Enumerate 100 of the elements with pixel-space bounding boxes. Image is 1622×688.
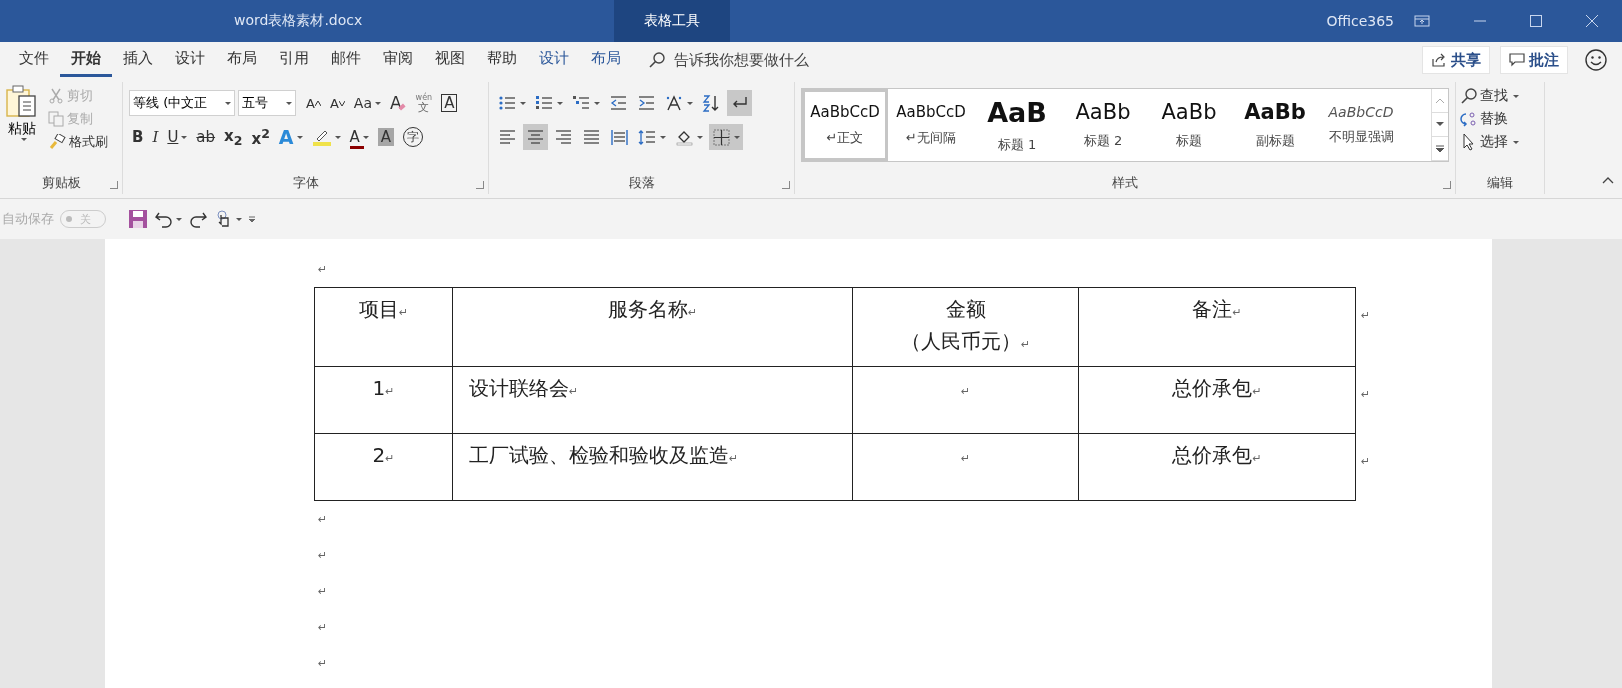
highlighter-icon xyxy=(311,128,332,146)
ribbon-tab[interactable]: 设计 xyxy=(164,43,216,77)
ribbon-display-icon[interactable] xyxy=(1414,15,1430,27)
borders-button[interactable] xyxy=(709,124,743,150)
dialog-launcher-icon[interactable] xyxy=(1443,181,1451,189)
outdent-icon xyxy=(609,93,628,113)
window-title: word表格素材.docx xyxy=(234,12,364,30)
group-label: 样式 xyxy=(1112,174,1138,192)
ribbon-tab[interactable]: 布局 xyxy=(216,43,268,77)
group-label: 剪贴板 xyxy=(41,174,81,192)
paragraph-mark: ↵ xyxy=(317,584,328,598)
context-tab-title: 表格工具 xyxy=(614,0,730,42)
caret-icon[interactable] xyxy=(176,217,182,221)
close-icon[interactable] xyxy=(1586,15,1598,27)
table-cell: 金额 （人民币元）↵ xyxy=(852,287,1079,367)
font-name-dropdown[interactable]: 等线 (中文正 xyxy=(129,90,235,116)
find-button[interactable]: 查找 xyxy=(1456,86,1544,106)
style-item[interactable]: AaBb 标题 xyxy=(1146,89,1232,161)
group-label: 段落 xyxy=(628,174,655,192)
ribbon-tab[interactable]: 插入 xyxy=(112,43,164,77)
paintbrush-icon xyxy=(48,134,66,150)
share-icon xyxy=(1431,53,1447,67)
indent-icon xyxy=(637,93,656,113)
italic-font-button[interactable]: I xyxy=(149,124,162,150)
group-label: 编辑 xyxy=(1487,174,1513,192)
paragraph-mark: ↵ xyxy=(317,512,328,526)
customize-toolbar-icon[interactable] xyxy=(248,215,256,223)
ribbon-tab[interactable]: 文件 xyxy=(8,43,60,77)
strike-font-button[interactable]: ab xyxy=(193,124,219,150)
replace-button[interactable]: 替换 xyxy=(1456,109,1544,129)
share-button[interactable]: 共享 xyxy=(1422,46,1490,74)
style-item[interactable]: AaBbCcD ↵无间隔 xyxy=(888,89,974,161)
shrink-font-button[interactable]: A xyxy=(326,90,348,116)
table-cell: 总价承包↵ xyxy=(1078,433,1356,501)
table-cell: 服务名称↵ xyxy=(452,287,853,367)
dialog-launcher-icon[interactable] xyxy=(476,181,484,189)
style-item[interactable]: AaBb 副标题 xyxy=(1232,89,1318,161)
up-caret-icon xyxy=(314,100,321,106)
search-icon xyxy=(1460,87,1478,105)
account-name[interactable]: Office365 xyxy=(1326,13,1394,29)
ribbon-tab[interactable]: 布局 xyxy=(580,43,632,77)
right-icon xyxy=(554,127,573,147)
phonetic-font-button[interactable]: wén 文 xyxy=(412,90,436,116)
bold-font-button[interactable]: B xyxy=(129,124,147,150)
color-font-button[interactable]: A xyxy=(346,124,372,150)
caret-icon xyxy=(225,101,231,105)
save-icon[interactable] xyxy=(128,209,148,229)
caret-icon xyxy=(20,138,27,141)
sort-icon xyxy=(702,93,721,113)
underline-font-button[interactable]: U xyxy=(164,124,191,150)
center-button[interactable] xyxy=(523,124,548,150)
maximize-icon[interactable] xyxy=(1530,15,1542,27)
ribbon-tab[interactable]: 帮助 xyxy=(476,43,528,77)
ribbon-tab[interactable]: 设计 xyxy=(528,43,580,77)
ribbon-tab[interactable]: 审阅 xyxy=(372,43,424,77)
grow-font-button[interactable]: A xyxy=(303,90,324,116)
sub-font-button[interactable]: x$_{2}$ xyxy=(221,124,246,150)
style-item[interactable]: AaBb 标题 2 xyxy=(1060,89,1146,161)
table-cell: ↵ xyxy=(852,433,1079,501)
style-item[interactable]: AaBbCcD 不明显强调 xyxy=(1318,89,1404,161)
smiley-icon[interactable] xyxy=(1584,48,1608,72)
paragraph-mark: ↵ xyxy=(317,262,328,276)
painter-button[interactable]: 格式刷 xyxy=(46,132,110,152)
justify-icon xyxy=(582,127,601,147)
table-cell: 项目↵ xyxy=(314,287,453,367)
table-cell: 总价承包↵ xyxy=(1078,366,1356,434)
row-end-mark: ↵ xyxy=(1360,308,1371,322)
paragraph-mark: ↵ xyxy=(317,656,328,670)
left-icon xyxy=(498,127,517,147)
dialog-launcher-icon[interactable] xyxy=(110,181,118,189)
tell-me-field[interactable]: 告诉我你想要做什么 xyxy=(648,50,876,70)
style-item[interactable]: AaBbCcD ↵正文 xyxy=(802,89,888,161)
case-font-button[interactable]: Aa xyxy=(350,90,384,116)
sup-font-button[interactable]: x$^{2}$ xyxy=(248,124,273,150)
marks-button[interactable] xyxy=(727,90,752,116)
table-cell: 备注↵ xyxy=(1078,287,1356,367)
caret-icon xyxy=(286,101,292,105)
paste-button[interactable]: 粘贴 xyxy=(0,82,44,172)
row-end-mark: ↵ xyxy=(1360,454,1371,468)
group-label: 字体 xyxy=(292,174,319,192)
comments-button[interactable]: 批注 xyxy=(1500,46,1568,74)
collapse-ribbon-icon[interactable] xyxy=(1602,176,1614,184)
table-cell: 工厂试验、检验和验收及监造↵ xyxy=(452,433,853,501)
ribbon-tab[interactable]: 邮件 xyxy=(320,43,372,77)
search-icon xyxy=(648,51,666,69)
table-cell: 设计联络会↵ xyxy=(452,366,853,434)
down-caret-icon xyxy=(338,100,345,106)
ribbon-tab[interactable]: 视图 xyxy=(424,43,476,77)
scissors-icon xyxy=(48,88,64,104)
paragraph-mark: ↵ xyxy=(317,620,328,634)
caret-icon[interactable] xyxy=(236,217,242,221)
replace-icon xyxy=(1460,110,1478,128)
table-cell: 2↵ xyxy=(314,433,453,501)
ribbon-tab[interactable]: 引用 xyxy=(268,43,320,77)
table-cell: ↵ xyxy=(852,366,1079,434)
dialog-launcher-icon[interactable] xyxy=(782,181,790,189)
distribute-icon xyxy=(610,127,629,147)
style-item[interactable]: AaB 标题 1 xyxy=(974,89,1060,161)
select-button[interactable]: 选择 xyxy=(1456,132,1544,152)
font-size-dropdown[interactable]: 五号 xyxy=(238,90,296,116)
